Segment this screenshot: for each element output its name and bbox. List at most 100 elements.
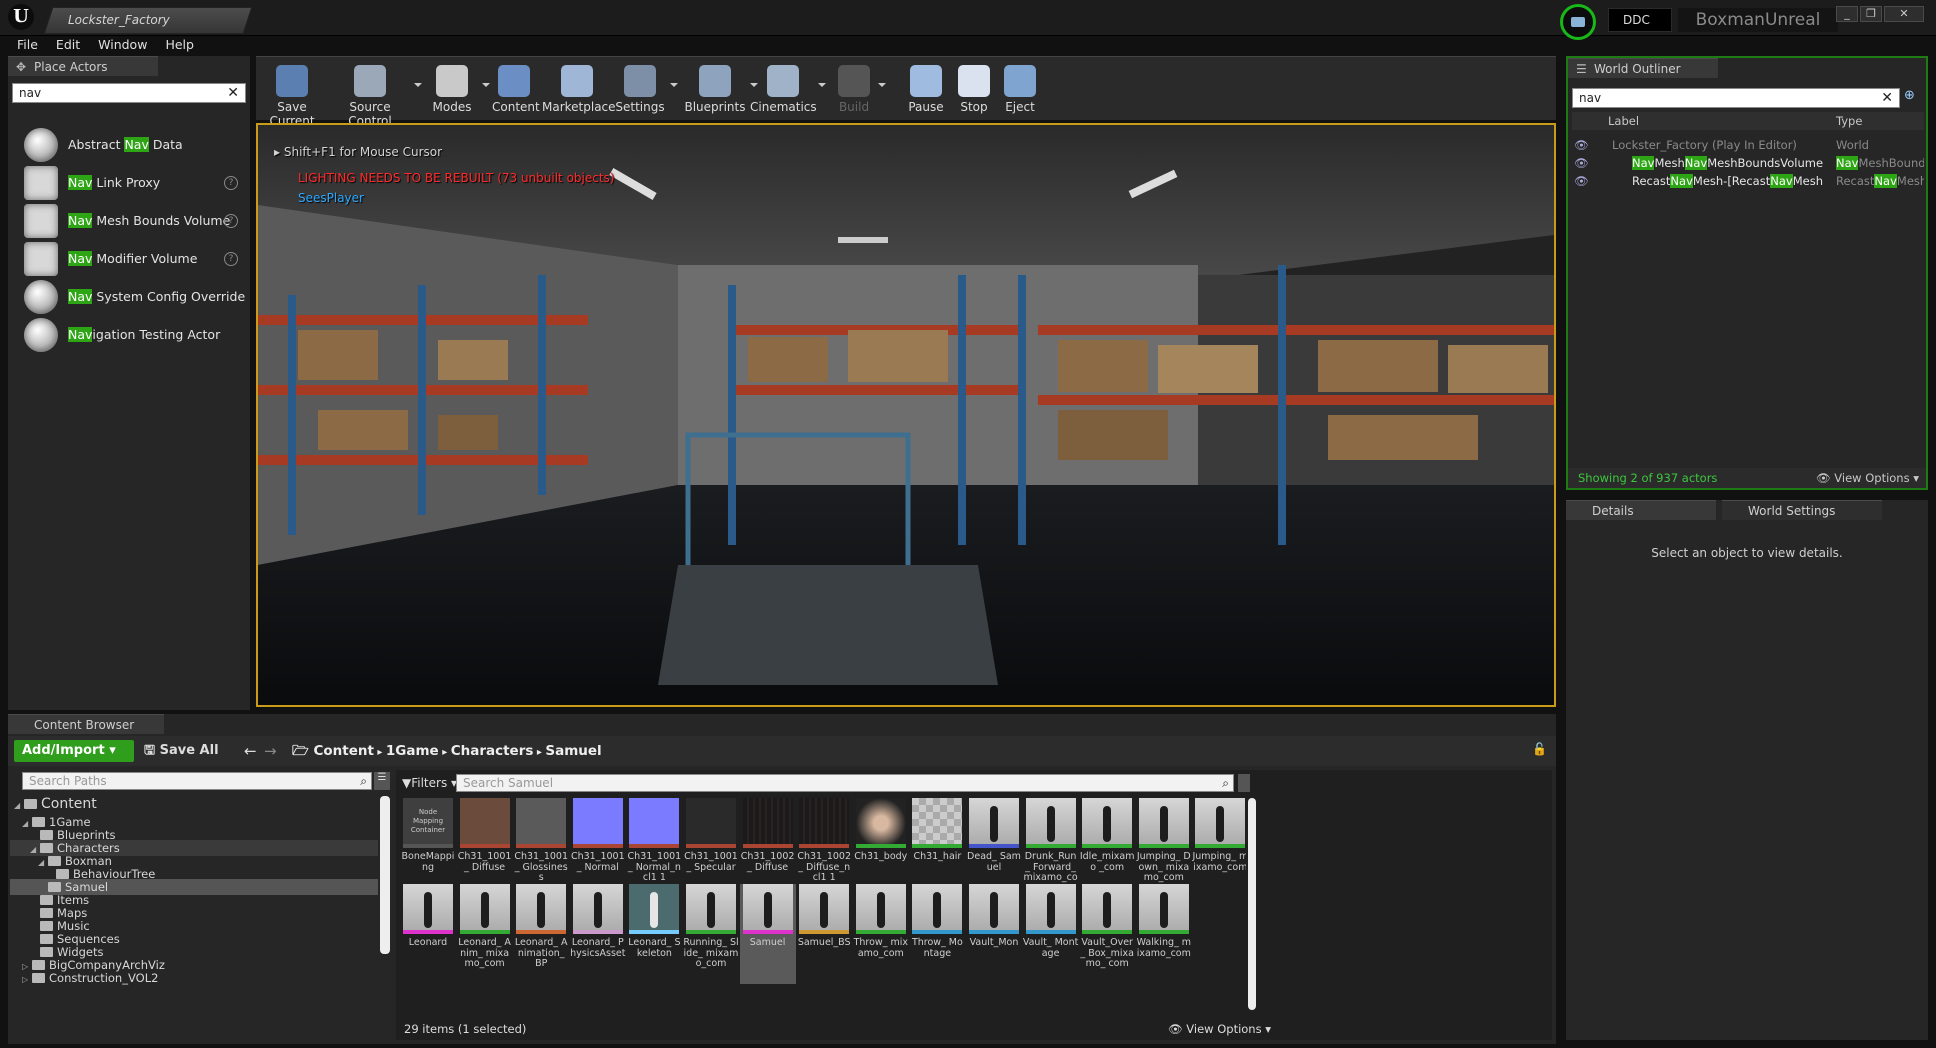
tree-options-icon[interactable]: ☰ xyxy=(374,772,390,790)
type-column-header[interactable]: Type xyxy=(1836,112,1862,130)
asset-tile[interactable]: Jumping_ mixamo_com xyxy=(1192,798,1246,898)
dropdown-arrow-icon[interactable] xyxy=(878,83,886,87)
place-actor-item[interactable]: Nav Modifier Volume? xyxy=(16,240,248,278)
menu-file[interactable]: File xyxy=(8,36,47,54)
asset-tile[interactable]: Idle_mixamo _com xyxy=(1079,798,1135,898)
eye-icon[interactable]: 👁 xyxy=(1574,154,1589,172)
dropdown-arrow-icon[interactable] xyxy=(414,83,422,87)
menu-window[interactable]: Window xyxy=(89,36,156,54)
asset-tile[interactable]: Ch31_1001_ Normal_ncl1 1 xyxy=(626,798,682,898)
source-control-button[interactable]: Source Control xyxy=(328,59,412,128)
dropdown-arrow-icon[interactable] xyxy=(670,83,678,87)
build-button[interactable]: Build xyxy=(832,59,876,119)
tree-scrollbar[interactable] xyxy=(380,796,390,954)
asset-tile[interactable]: Jumping_ Down_ mixamo_com xyxy=(1136,798,1192,898)
breadcrumb-item[interactable]: Characters xyxy=(451,743,534,759)
pause-button[interactable]: Pause xyxy=(906,59,946,119)
eject-button[interactable]: Eject xyxy=(1000,59,1040,119)
help-icon[interactable]: ? xyxy=(224,176,238,190)
outliner-search-input[interactable]: nav ✕ xyxy=(1572,88,1900,108)
save-all-button[interactable]: 🖫 Save All xyxy=(144,740,219,762)
asset-tile[interactable]: Ch31_1002_ Diffuse_ncl1 1 xyxy=(796,798,852,898)
add-import-button[interactable]: Add/Import ▾ xyxy=(14,740,134,762)
outliner-view-options[interactable]: 👁 View Options ▾ xyxy=(1816,468,1919,488)
asset-tile[interactable]: Samuel_BS xyxy=(796,884,852,984)
close-button[interactable]: ✕ xyxy=(1884,6,1924,22)
asset-tile[interactable]: Samuel xyxy=(739,884,796,984)
eye-icon[interactable]: 👁 xyxy=(1574,136,1589,154)
help-icon[interactable]: ? xyxy=(224,214,238,228)
cinematics-button[interactable]: Cinematics xyxy=(750,59,817,119)
asset-tile[interactable]: Walking_ mixamo_com xyxy=(1136,884,1192,984)
forward-arrow-icon[interactable]: → xyxy=(264,740,277,762)
asset-tile[interactable]: Throw_ mixamo_com xyxy=(853,884,909,984)
asset-tile[interactable]: Dead_ Samuel xyxy=(966,798,1022,898)
breadcrumb-item[interactable]: Samuel xyxy=(545,743,601,759)
place-actors-tab[interactable]: ✥ Place Actors xyxy=(8,56,158,76)
asset-tile[interactable]: Throw_ Montage xyxy=(909,884,965,984)
details-tab[interactable]: Details xyxy=(1566,500,1716,520)
asset-tile[interactable]: Node Mapping Container BoneMapping xyxy=(400,798,456,898)
asset-tile[interactable]: Leonard_ PhysicsAsset xyxy=(570,884,626,984)
blueprints-button[interactable]: Blueprints xyxy=(682,59,748,119)
asset-scrollbar[interactable] xyxy=(1248,798,1256,1010)
place-actors-search-input[interactable]: nav ✕ xyxy=(12,83,246,103)
eye-icon[interactable]: 👁 xyxy=(1574,172,1589,190)
filters-button[interactable]: ▼Filters ▾ xyxy=(402,774,457,792)
asset-tile[interactable]: Running_ Slide_ mixamo_com xyxy=(683,884,739,984)
back-arrow-icon[interactable]: ← xyxy=(244,740,257,762)
breadcrumb-item[interactable]: Content xyxy=(313,743,373,759)
asset-tile[interactable]: Vault_Mon xyxy=(966,884,1022,984)
clear-search-icon[interactable]: ✕ xyxy=(1881,89,1893,107)
asset-tile[interactable]: Ch31_hair xyxy=(909,798,965,898)
asset-tile[interactable]: Ch31_1001_ Glossiness xyxy=(513,798,569,898)
label-column-header[interactable]: Label xyxy=(1608,112,1639,130)
world-settings-tab[interactable]: World Settings xyxy=(1722,500,1882,520)
ddc-button[interactable]: DDC xyxy=(1608,8,1672,32)
help-icon[interactable]: ? xyxy=(224,252,238,266)
search-paths-input[interactable]: Search Paths ⌕ xyxy=(22,772,372,790)
place-actor-item[interactable]: Abstract Nav Data xyxy=(16,126,248,164)
asset-tile[interactable]: Leonard_ Skeleton xyxy=(626,884,682,984)
content-browser-tab[interactable]: Content Browser xyxy=(8,714,164,734)
marketplace-button[interactable]: Marketplace xyxy=(542,59,616,119)
save-current-button[interactable]: Save Current xyxy=(260,59,324,128)
place-actor-item[interactable]: Nav Link Proxy? xyxy=(16,164,248,202)
minimize-button[interactable]: _ xyxy=(1836,6,1858,22)
asset-tile[interactable]: Vault_ Montage xyxy=(1023,884,1079,984)
clear-search-icon[interactable]: ✕ xyxy=(227,84,239,102)
world-outliner-tab[interactable]: ☰ World Outliner xyxy=(1568,58,1718,78)
place-actor-item[interactable]: Navigation Testing Actor xyxy=(16,316,248,354)
maximize-button[interactable]: ❐ xyxy=(1860,6,1882,22)
unreal-logo-icon[interactable]: U xyxy=(8,4,34,30)
asset-tile[interactable]: Ch31_1002_ Diffuse xyxy=(740,798,796,898)
tree-folder[interactable]: ◢ Content xyxy=(10,796,378,812)
level-viewport[interactable]: ▸ Shift+F1 for Mouse Cursor LIGHTING NEE… xyxy=(256,123,1556,707)
add-actor-icon[interactable]: ⊕ xyxy=(1904,88,1915,103)
source-control-status-icon[interactable] xyxy=(1560,4,1596,40)
asset-tile[interactable]: Drunk_Run_ Forward_ mixamo_com xyxy=(1023,798,1079,898)
asset-options-icon[interactable] xyxy=(1238,774,1250,792)
expand-arrow-icon[interactable]: ◢ xyxy=(14,798,24,814)
search-assets-input[interactable]: Search Samuel ⌕ xyxy=(456,774,1234,792)
settings-button[interactable]: Settings xyxy=(612,59,668,119)
tree-folder[interactable]: ▷ Construction_VOL2 xyxy=(10,970,378,986)
asset-tile[interactable]: Ch31_1001_ Normal xyxy=(570,798,626,898)
breadcrumb-item[interactable]: 1Game xyxy=(386,743,439,759)
asset-tile[interactable]: Leonard_ Animation_ BP xyxy=(513,884,569,984)
asset-tile[interactable]: Vault_Over_ Box_mixamo_ com xyxy=(1079,884,1135,984)
asset-tile[interactable]: Ch31_body xyxy=(853,798,909,898)
asset-tile[interactable]: Leonard xyxy=(400,884,456,984)
content-button[interactable]: Content xyxy=(492,59,540,119)
asset-view-options[interactable]: 👁 View Options ▾ xyxy=(1168,1022,1271,1036)
expand-arrow-icon[interactable]: ▷ xyxy=(22,972,32,988)
lock-icon[interactable]: 🔓 xyxy=(1532,742,1547,756)
place-actor-item[interactable]: Nav System Config Override xyxy=(16,278,248,316)
menu-help[interactable]: Help xyxy=(156,36,203,54)
outliner-row[interactable]: 👁 RecastNavMesh-[RecastNavMesh RecastNavMe… xyxy=(1572,172,1924,190)
menu-edit[interactable]: Edit xyxy=(47,36,89,54)
stop-button[interactable]: Stop xyxy=(954,59,994,119)
asset-tile[interactable]: Ch31_1001_ Diffuse xyxy=(457,798,513,898)
dropdown-arrow-icon[interactable] xyxy=(818,83,826,87)
place-actor-item[interactable]: Nav Mesh Bounds Volume? xyxy=(16,202,248,240)
